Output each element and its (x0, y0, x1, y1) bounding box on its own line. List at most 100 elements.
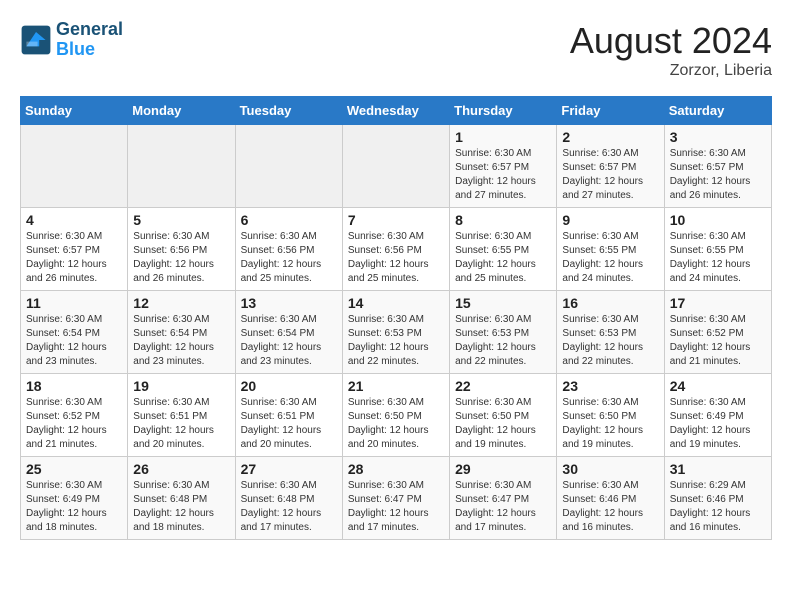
calendar-week-row: 18 Sunrise: 6:30 AMSunset: 6:52 PMDayligh… (21, 374, 772, 457)
cell-info: Sunrise: 6:30 AMSunset: 6:54 PMDaylight:… (133, 313, 229, 369)
cell-info: Sunrise: 6:30 AMSunset: 6:46 PMDaylight:… (562, 479, 658, 535)
title-block: August 2024 Zorzor, Liberia (570, 20, 772, 80)
calendar-cell: 2Sunrise: 6:30 AMSunset: 6:57 PMDaylight… (557, 125, 664, 208)
cell-info: Sunrise: 6:30 AMSunset: 6:56 PMDaylight:… (241, 230, 337, 286)
calendar-cell: 21 Sunrise: 6:30 AMSunset: 6:50 PMDayligh… (342, 374, 449, 457)
weekday-header: Monday (128, 97, 235, 125)
cell-info: Sunrise: 6:30 AMSunset: 6:55 PMDaylight:… (670, 230, 766, 286)
cell-info: Sunrise: 6:30 AMSunset: 6:52 PMDaylight:… (670, 313, 766, 369)
day-number: 12 (133, 295, 229, 311)
day-number: 3 (670, 129, 766, 145)
cell-info: Sunrise: 6:30 AMSunset: 6:53 PMDaylight:… (455, 313, 551, 369)
day-number: 27 (241, 461, 337, 477)
cell-info: Sunrise: 6:30 AMSunset: 6:54 PMDaylight:… (241, 313, 337, 369)
calendar-cell: 18 Sunrise: 6:30 AMSunset: 6:52 PMDayligh… (21, 374, 128, 457)
day-number: 5 (133, 212, 229, 228)
calendar-cell: 25Sunrise: 6:30 AMSunset: 6:49 PMDayligh… (21, 457, 128, 540)
logo: General Blue (20, 20, 123, 60)
calendar-cell: 15 Sunrise: 6:30 AMSunset: 6:53 PMDayligh… (450, 291, 557, 374)
day-number: 4 (26, 212, 122, 228)
cell-info: Sunrise: 6:30 AMSunset: 6:52 PMDaylight:… (26, 396, 122, 452)
calendar-cell: 19 Sunrise: 6:30 AMSunset: 6:51 PMDayligh… (128, 374, 235, 457)
calendar-cell: 29Sunrise: 6:30 AMSunset: 6:47 PMDayligh… (450, 457, 557, 540)
day-number: 11 (26, 295, 122, 311)
day-number: 24 (670, 378, 766, 394)
day-number: 19 (133, 378, 229, 394)
day-number: 9 (562, 212, 658, 228)
cell-info: Sunrise: 6:30 AMSunset: 6:47 PMDaylight:… (455, 479, 551, 535)
calendar-cell: 7Sunrise: 6:30 AMSunset: 6:56 PMDaylight… (342, 208, 449, 291)
day-number: 30 (562, 461, 658, 477)
calendar-cell: 10 Sunrise: 6:30 AMSunset: 6:55 PMDayligh… (664, 208, 771, 291)
day-number: 7 (348, 212, 444, 228)
calendar-cell: 31Sunrise: 6:29 AMSunset: 6:46 PMDayligh… (664, 457, 771, 540)
calendar-cell (128, 125, 235, 208)
day-number: 8 (455, 212, 551, 228)
weekday-header: Tuesday (235, 97, 342, 125)
day-number: 15 (455, 295, 551, 311)
calendar-cell: 1 Sunrise: 6:30 AMSunset: 6:57 PMDaylight… (450, 125, 557, 208)
calendar-cell: 14 Sunrise: 6:30 AMSunset: 6:53 PMDayligh… (342, 291, 449, 374)
logo-line2: Blue (56, 40, 123, 60)
day-number: 31 (670, 461, 766, 477)
calendar-cell: 16Sunrise: 6:30 AMSunset: 6:53 PMDayligh… (557, 291, 664, 374)
logo-line1: General (56, 20, 123, 40)
cell-info: Sunrise: 6:30 AMSunset: 6:50 PMDaylight:… (348, 396, 444, 452)
calendar-week-row: 4 Sunrise: 6:30 AMSunset: 6:57 PMDaylight… (21, 208, 772, 291)
day-number: 22 (455, 378, 551, 394)
cell-info: Sunrise: 6:30 AMSunset: 6:56 PMDaylight:… (133, 230, 229, 286)
weekday-header: Wednesday (342, 97, 449, 125)
calendar-cell: 23 Sunrise: 6:30 AMSunset: 6:50 PMDayligh… (557, 374, 664, 457)
calendar-cell: 11 Sunrise: 6:30 AMSunset: 6:54 PMDayligh… (21, 291, 128, 374)
cell-info: Sunrise: 6:30 AMSunset: 6:49 PMDaylight:… (670, 396, 766, 452)
day-number: 26 (133, 461, 229, 477)
day-number: 23 (562, 378, 658, 394)
cell-info: Sunrise: 6:30 AMSunset: 6:51 PMDaylight:… (133, 396, 229, 452)
calendar-week-row: 11 Sunrise: 6:30 AMSunset: 6:54 PMDayligh… (21, 291, 772, 374)
calendar-cell: 17 Sunrise: 6:30 AMSunset: 6:52 PMDayligh… (664, 291, 771, 374)
day-number: 13 (241, 295, 337, 311)
cell-info: Sunrise: 6:30 AMSunset: 6:50 PMDaylight:… (455, 396, 551, 452)
cell-info: Sunrise: 6:30 AMSunset: 6:57 PMDaylight:… (455, 147, 551, 203)
calendar-cell: 27 Sunrise: 6:30 AMSunset: 6:48 PMDayligh… (235, 457, 342, 540)
calendar-cell: 28 Sunrise: 6:30 AMSunset: 6:47 PMDayligh… (342, 457, 449, 540)
day-number: 10 (670, 212, 766, 228)
cell-info: Sunrise: 6:30 AMSunset: 6:48 PMDaylight:… (241, 479, 337, 535)
day-number: 28 (348, 461, 444, 477)
weekday-header: Friday (557, 97, 664, 125)
cell-info: Sunrise: 6:30 AMSunset: 6:57 PMDaylight:… (26, 230, 122, 286)
page-header: General Blue August 2024 Zorzor, Liberia (20, 20, 772, 80)
cell-info: Sunrise: 6:30 AMSunset: 6:55 PMDaylight:… (455, 230, 551, 286)
calendar-cell: 6 Sunrise: 6:30 AMSunset: 6:56 PMDaylight… (235, 208, 342, 291)
calendar-cell: 30 Sunrise: 6:30 AMSunset: 6:46 PMDayligh… (557, 457, 664, 540)
day-number: 21 (348, 378, 444, 394)
cell-info: Sunrise: 6:30 AMSunset: 6:50 PMDaylight:… (562, 396, 658, 452)
logo-icon (20, 24, 52, 56)
day-number: 25 (26, 461, 122, 477)
calendar-week-row: 1 Sunrise: 6:30 AMSunset: 6:57 PMDaylight… (21, 125, 772, 208)
day-number: 20 (241, 378, 337, 394)
cell-info: Sunrise: 6:30 AMSunset: 6:53 PMDaylight:… (562, 313, 658, 369)
weekday-header: Saturday (664, 97, 771, 125)
month-title: August 2024 (570, 20, 772, 62)
calendar-cell: 22 Sunrise: 6:30 AMSunset: 6:50 PMDayligh… (450, 374, 557, 457)
weekday-header: Thursday (450, 97, 557, 125)
calendar-cell: 5 Sunrise: 6:30 AMSunset: 6:56 PMDaylight… (128, 208, 235, 291)
cell-info: Sunrise: 6:30 AMSunset: 6:47 PMDaylight:… (348, 479, 444, 535)
calendar-cell: 20Sunrise: 6:30 AMSunset: 6:51 PMDayligh… (235, 374, 342, 457)
day-number: 18 (26, 378, 122, 394)
day-number: 6 (241, 212, 337, 228)
calendar-cell: 24 Sunrise: 6:30 AMSunset: 6:49 PMDayligh… (664, 374, 771, 457)
day-number: 2 (562, 129, 658, 145)
location: Zorzor, Liberia (570, 62, 772, 80)
day-number: 14 (348, 295, 444, 311)
cell-info: Sunrise: 6:30 AMSunset: 6:54 PMDaylight:… (26, 313, 122, 369)
day-number: 17 (670, 295, 766, 311)
calendar-cell: 12 Sunrise: 6:30 AMSunset: 6:54 PMDayligh… (128, 291, 235, 374)
calendar-cell: 9Sunrise: 6:30 AMSunset: 6:55 PMDaylight… (557, 208, 664, 291)
calendar-cell: 26Sunrise: 6:30 AMSunset: 6:48 PMDayligh… (128, 457, 235, 540)
day-number: 1 (455, 129, 551, 145)
calendar-cell (21, 125, 128, 208)
cell-info: Sunrise: 6:30 AMSunset: 6:53 PMDaylight:… (348, 313, 444, 369)
calendar-cell: 4 Sunrise: 6:30 AMSunset: 6:57 PMDaylight… (21, 208, 128, 291)
